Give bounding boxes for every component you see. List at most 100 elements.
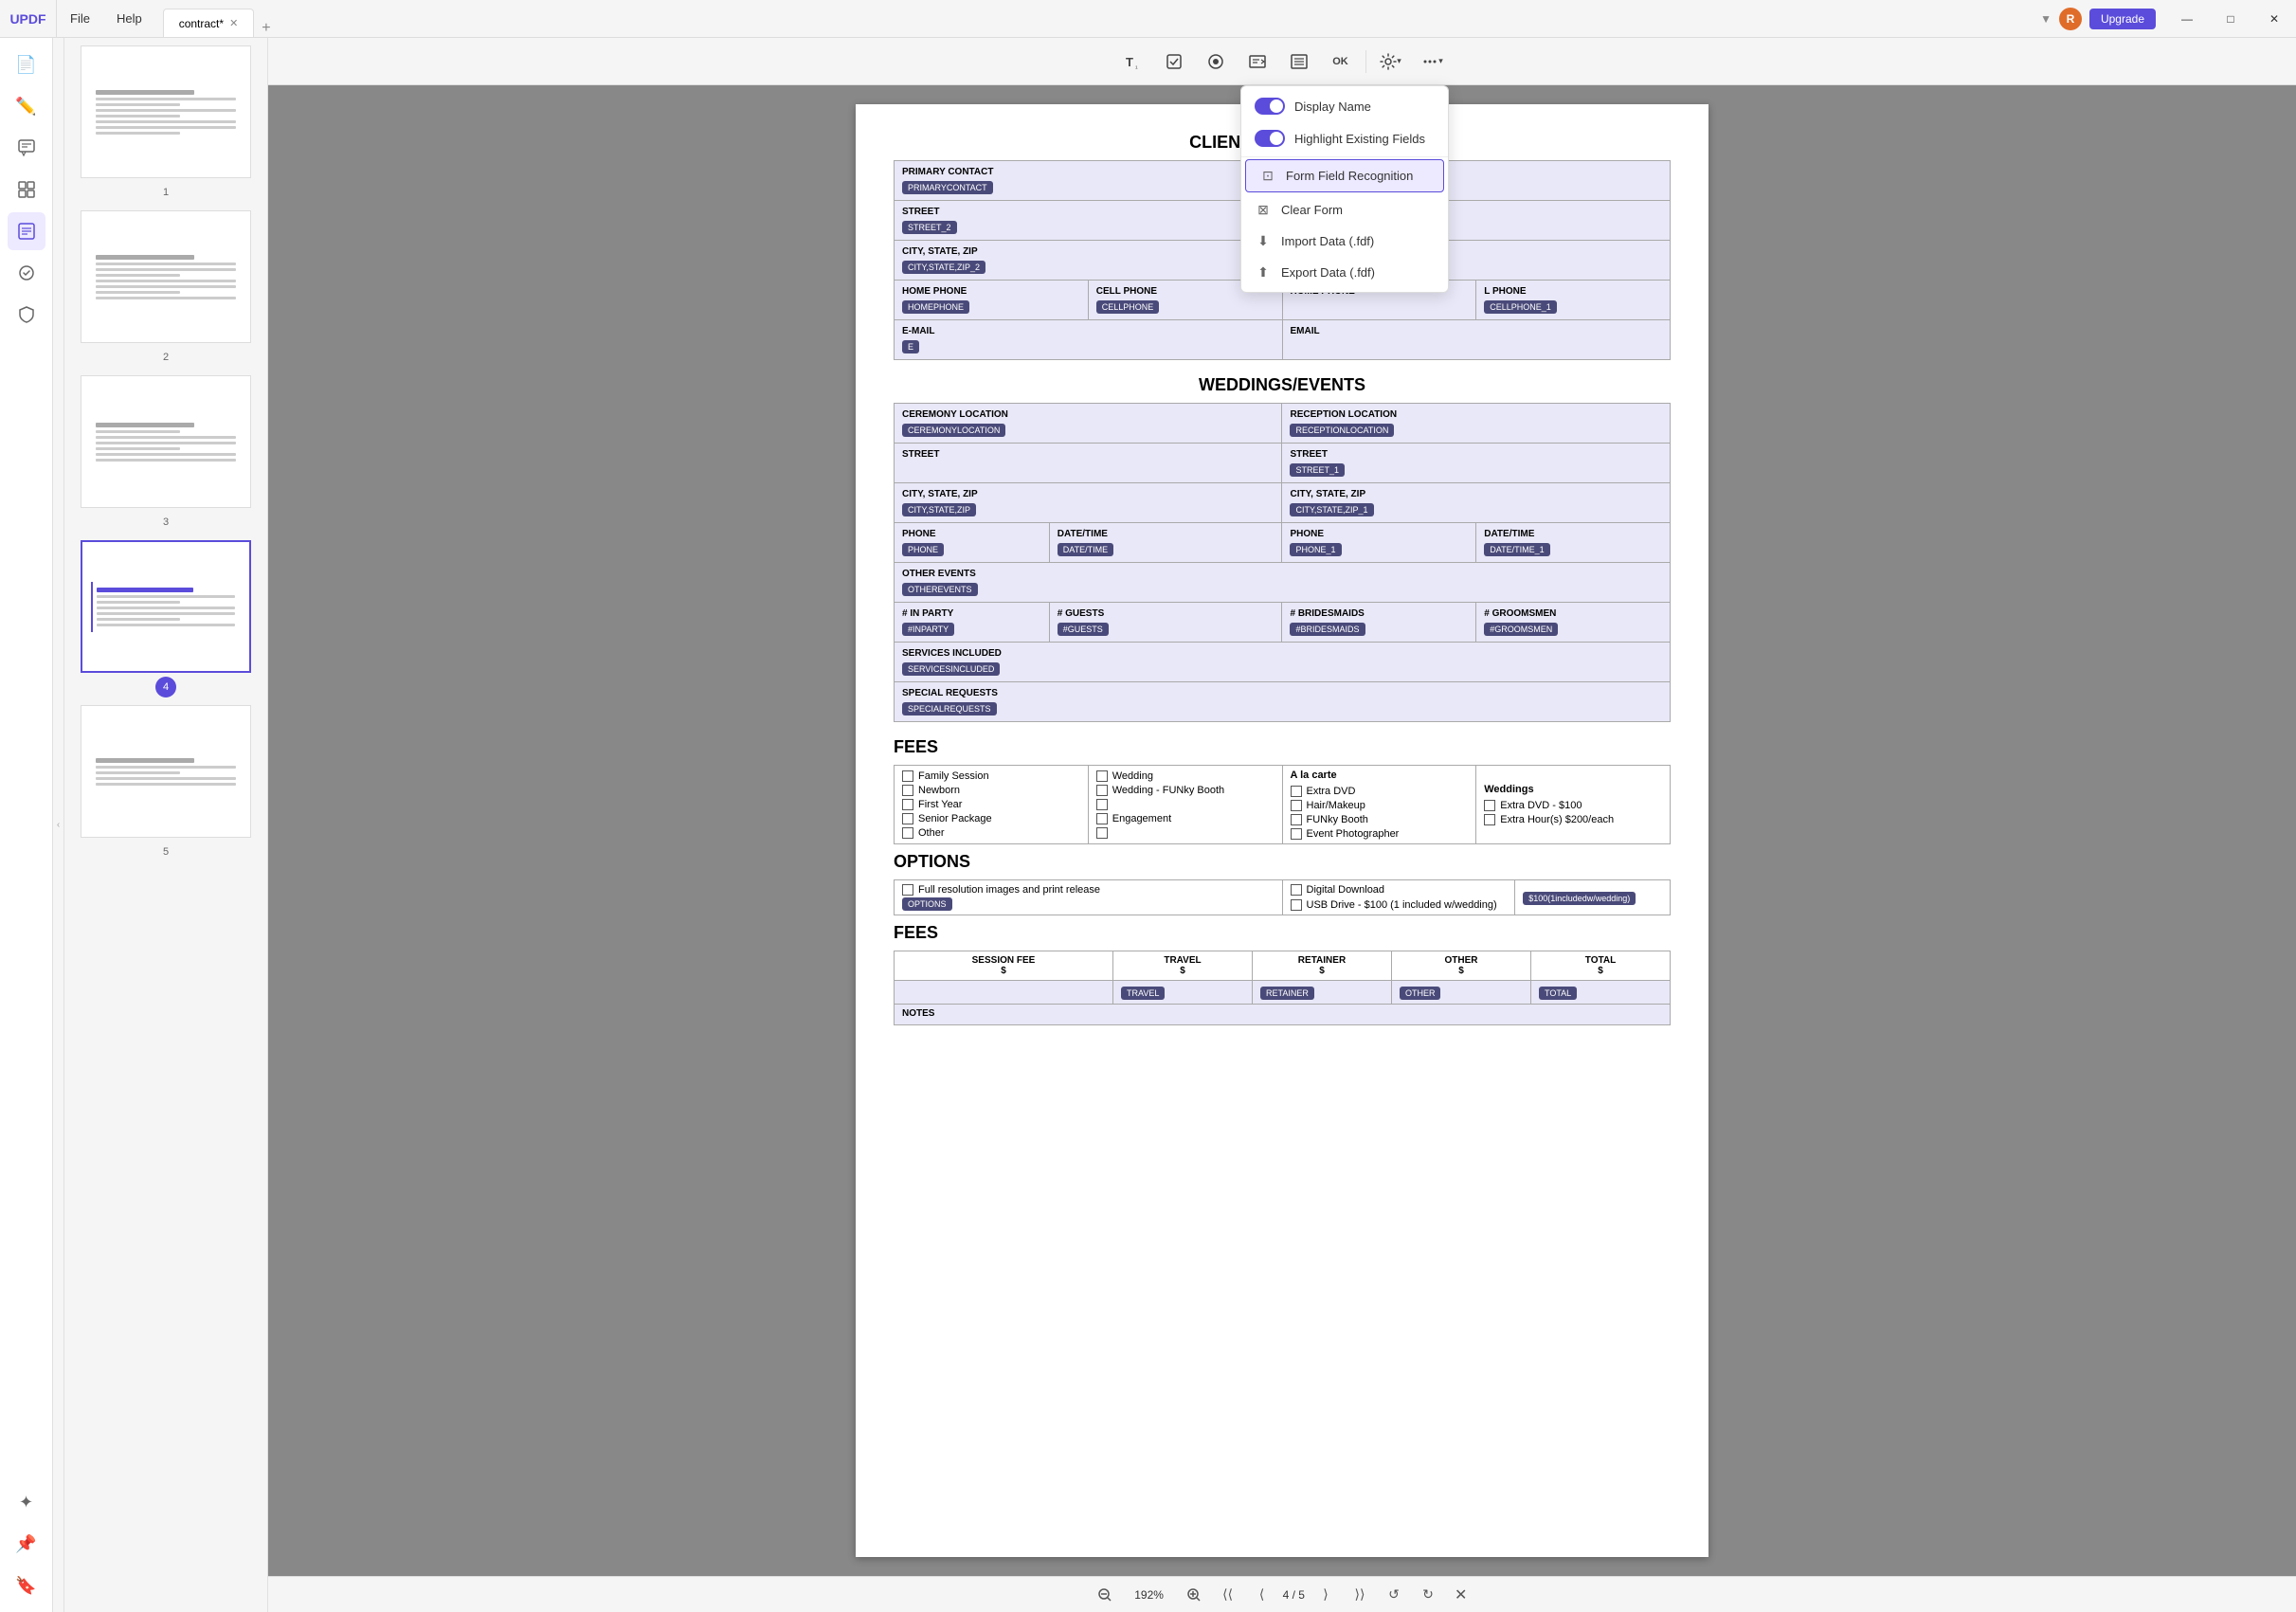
datetime-left-chip[interactable]: DATE/TIME [1058,543,1113,556]
export-data-item[interactable]: ⬆ Export Data (.fdf) [1241,257,1448,288]
services-cell[interactable]: SERVICES INCLUDED SERVICESINCLUDED [895,643,1671,682]
special-requests-chip[interactable]: SPECIALREQUESTS [902,702,997,715]
primary-contact-chip[interactable]: PRIMARYCONTACT [902,181,993,194]
text-field-tool[interactable]: T₁ [1115,46,1149,77]
guests-cell[interactable]: # GUESTS #GUESTS [1049,603,1282,643]
ceremony-street-cell[interactable]: STREET [895,444,1282,483]
cb-extra-hour-box[interactable] [1484,814,1495,825]
import-data-item[interactable]: ⬇ Import Data (.fdf) [1241,226,1448,257]
guests-chip[interactable]: #GUESTS [1058,623,1109,636]
highlight-fields-toggle[interactable] [1255,130,1285,147]
ai-icon[interactable]: ✦ [8,1483,45,1521]
pdf-viewer[interactable]: CLIENT INFORMATION PRIMARY CONTACT PRIMA… [268,85,2296,1576]
cb-family[interactable]: Family Session [902,770,1080,782]
cell-chip2[interactable]: CELLPHONE_1 [1484,300,1557,314]
other-events-chip[interactable]: OTHEREVENTS [902,583,978,596]
thumb-page-2[interactable]: 2 [72,210,260,368]
cb-firstyear[interactable]: First Year [902,799,1080,810]
cell-chip[interactable]: CELLPHONE [1096,300,1160,314]
cb-extra-hour[interactable]: Extra Hour(s) $200/each [1484,814,1662,825]
cell-phone2-cell[interactable]: L PHONE CELLPHONE_1 [1476,281,1671,320]
display-name-toggle[interactable] [1255,98,1285,115]
cb-extra-dvd-100-box[interactable] [1484,800,1495,811]
close-button[interactable]: ✕ [2252,0,2296,37]
reception-chip[interactable]: RECEPTIONLOCATION [1290,424,1394,437]
fees2-total-chip[interactable]: TOTAL [1539,987,1577,1000]
cb-engagement-box[interactable] [1096,813,1108,824]
cb-newborn[interactable]: Newborn [902,785,1080,796]
cb-extra-dvd[interactable]: Extra DVD [1291,786,1469,797]
cb-col2-5[interactable] [1096,827,1275,839]
options-digital-cell[interactable]: Digital Download USB Drive - $100 (1 inc… [1282,880,1515,915]
sidebar-expand-button[interactable]: ‹ [53,38,64,1612]
home-phone-cell[interactable]: HOME PHONE HOMEPHONE [895,281,1089,320]
settings-dropdown-button[interactable]: ▾ [1374,46,1408,77]
street-right-chip[interactable]: STREET_1 [1290,463,1345,477]
options-fullres-cell[interactable]: Full resolution images and print release… [895,880,1283,915]
zoom-in-button[interactable] [1181,1582,1207,1608]
phone-left-cell[interactable]: PHONE PHONE [895,523,1050,563]
street-left-cell[interactable]: STREET STREET_2 [895,201,1283,241]
options-fullres-box[interactable] [902,884,913,896]
fees2-notes-cell[interactable]: NOTES [895,1005,1671,1025]
ceremony-city-chip[interactable]: CITY,STATE,ZIP [902,503,976,516]
bridesmaids-chip[interactable]: #BRIDESMAIDS [1290,623,1365,636]
cb-col2-3[interactable] [1096,799,1275,810]
services-chip[interactable]: SERVICESINCLUDED [902,662,1000,676]
street-left-chip[interactable]: STREET_2 [902,221,957,234]
tab-contract[interactable]: contract* ✕ [163,9,255,37]
cb-event-photo-box[interactable] [1291,828,1302,840]
checkbox-tool[interactable] [1157,46,1191,77]
cb-other[interactable]: Other [902,827,1080,839]
reception-location-cell[interactable]: RECEPTION LOCATION RECEPTIONLOCATION [1282,404,1671,444]
menu-file[interactable]: File [57,0,103,37]
fees2-travel-cell[interactable]: TRAVEL [1112,981,1252,1005]
cb-other-box[interactable] [902,827,913,839]
reception-street-cell[interactable]: STREET STREET_1 [1282,444,1671,483]
cb-extra-dvd-100[interactable]: Extra DVD - $100 [1484,800,1662,811]
email-right-cell[interactable]: EMAIL [1282,320,1671,360]
phone-right-chip[interactable]: PHONE_1 [1290,543,1341,556]
form-icon[interactable] [8,212,45,250]
ceremony-chip[interactable]: CEREMONYLOCATION [902,424,1005,437]
phone-right-cell[interactable]: PHONE PHONE_1 [1282,523,1476,563]
first-page-button[interactable]: ⟨⟨ [1215,1582,1241,1608]
options-usb-box[interactable] [1291,899,1302,911]
primary-contact-cell[interactable]: PRIMARY CONTACT PRIMARYCONTACT [895,161,1283,201]
menu-help[interactable]: Help [103,0,155,37]
cb-col2-3-box[interactable] [1096,799,1108,810]
new-tab-button[interactable]: + [254,20,278,37]
email-left-chip[interactable]: E [902,340,919,353]
zoom-out-button[interactable] [1092,1582,1118,1608]
ceremony-location-cell[interactable]: CEREMONY LOCATION CEREMONYLOCATION [895,404,1282,444]
convert-icon[interactable] [8,254,45,292]
tab-close-icon[interactable]: ✕ [229,17,238,29]
fees2-retainer-cell[interactable]: RETAINER [1252,981,1391,1005]
cb-col2-5-box[interactable] [1096,827,1108,839]
open-icon[interactable]: 📄 [8,45,45,83]
organize-icon[interactable] [8,171,45,208]
dropdown-arrow-icon[interactable]: ▼ [2040,12,2052,26]
phone-left-chip[interactable]: PHONE [902,543,944,556]
thumb-page-1[interactable]: 1 [72,45,260,203]
city-left-cell[interactable]: CITY, STATE, ZIP CITY,STATE,ZIP_2 [895,241,1283,281]
next-page-button[interactable]: ⟩ [1312,1582,1339,1608]
cb-hair-makeup-box[interactable] [1291,800,1302,811]
cb-family-box[interactable] [902,770,913,782]
cb-funky-booth-box[interactable] [1291,814,1302,825]
cb-wedding-funky-box[interactable] [1096,785,1108,796]
last-page-button[interactable]: ⟩⟩ [1347,1582,1373,1608]
reception-city-chip[interactable]: CITY,STATE,ZIP_1 [1290,503,1373,516]
cb-wedding[interactable]: Wedding [1096,770,1275,782]
bottom-close-button[interactable]: ✕ [1449,1584,1473,1606]
options-price-chip[interactable]: $100(1includedw/wedding) [1523,892,1636,905]
email-left-cell[interactable]: E-MAIL E [895,320,1283,360]
clear-form-item[interactable]: ⊠ Clear Form [1241,194,1448,226]
rotate-ccw-button[interactable]: ↺ [1381,1582,1407,1608]
ceremony-city-cell[interactable]: CITY, STATE, ZIP CITY,STATE,ZIP [895,483,1282,523]
home-chip[interactable]: HOMEPHONE [902,300,969,314]
options-digital-box[interactable] [1291,884,1302,896]
cb-senior-box[interactable] [902,813,913,824]
edit-icon[interactable]: ✏️ [8,87,45,125]
bridesmaids-cell[interactable]: # BRIDESMAIDS #BRIDESMAIDS [1282,603,1476,643]
